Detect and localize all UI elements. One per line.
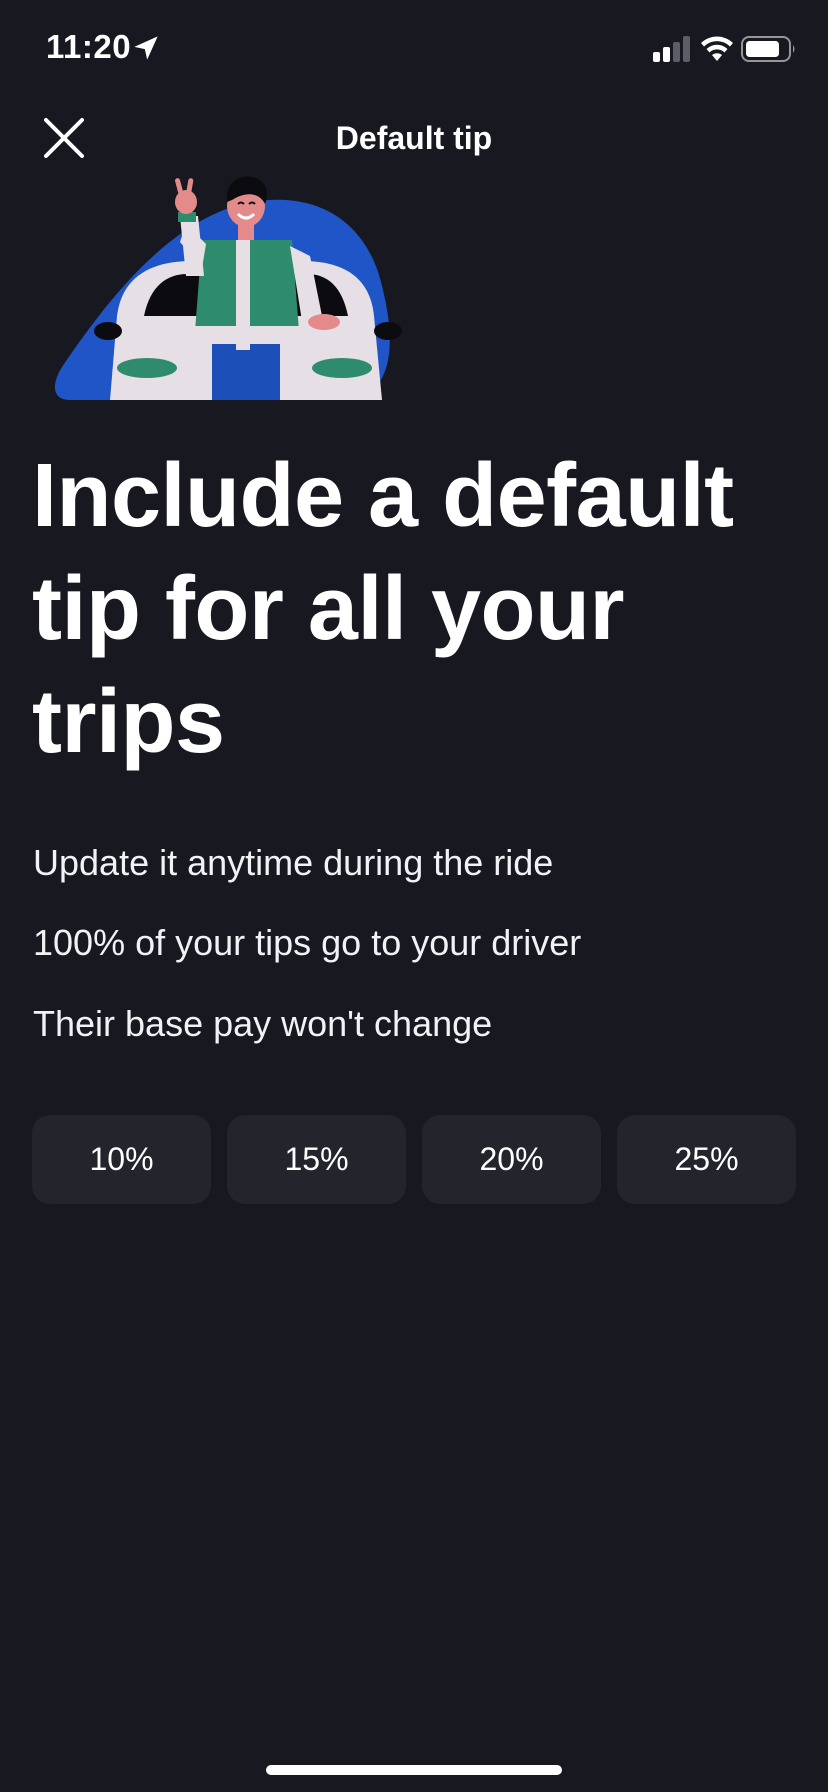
tip-options: 10% 15% 20% 25% xyxy=(32,1115,796,1204)
wifi-icon xyxy=(701,36,733,61)
info-line-base-pay: Their base pay won't change xyxy=(33,1003,493,1044)
info-line-tips-to-driver: 100% of your tips go to your driver xyxy=(33,922,582,963)
cellular-signal-icon xyxy=(653,36,690,62)
location-arrow-icon xyxy=(134,36,158,60)
tip-option-25[interactable]: 25% xyxy=(617,1115,796,1204)
battery-icon xyxy=(741,36,795,62)
tip-option-20[interactable]: 20% xyxy=(422,1115,601,1204)
headline: Include a default tip for all your trips xyxy=(32,446,734,772)
tip-option-10[interactable]: 10% xyxy=(32,1115,211,1204)
page-title: Default tip xyxy=(335,120,493,156)
info-line-update-anytime: Update it anytime during the ride xyxy=(33,842,554,883)
status-time: 11:20 xyxy=(46,28,132,65)
status-bar: 11:20 xyxy=(0,0,828,100)
home-indicator[interactable] xyxy=(266,1765,562,1775)
driver-with-car-illustration xyxy=(54,176,402,400)
tip-option-15[interactable]: 15% xyxy=(227,1115,406,1204)
